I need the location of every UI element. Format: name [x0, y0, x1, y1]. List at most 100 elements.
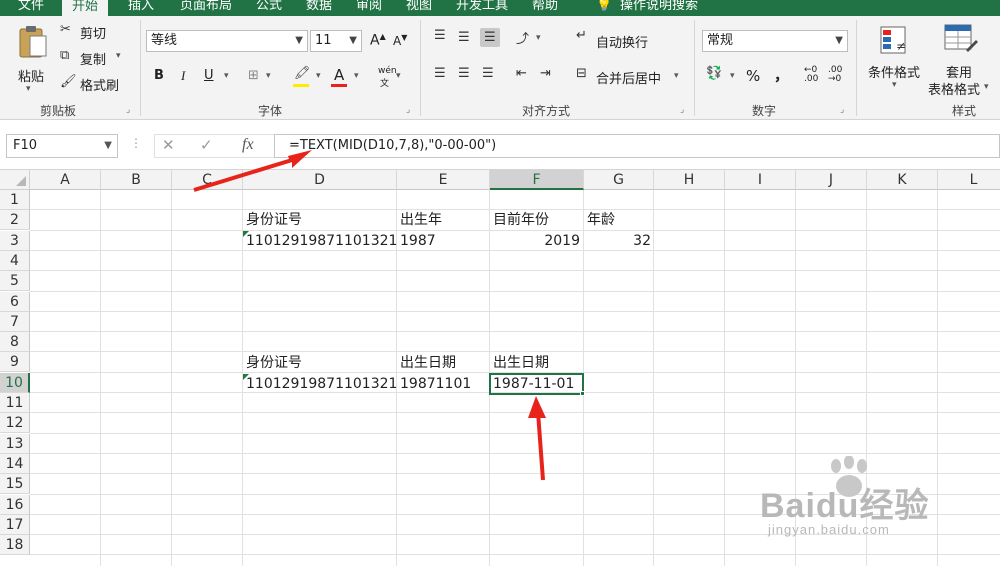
column-header-L[interactable]: L [938, 170, 1000, 190]
row-header-15[interactable]: 15 [0, 474, 30, 495]
italic-button[interactable]: I [181, 68, 185, 84]
tab-file[interactable]: 文件 [18, 0, 44, 16]
fill-color-icon[interactable]: 🖍 [294, 66, 311, 81]
cut-button[interactable]: 剪切 [80, 23, 106, 42]
align-bottom-icon[interactable]: ☰ [480, 28, 500, 47]
select-all-corner[interactable] [0, 170, 30, 190]
row-header-12[interactable]: 12 [0, 413, 30, 434]
cell-E9[interactable]: 出生日期 [397, 353, 459, 373]
align-left-icon[interactable]: ☰ [434, 66, 446, 81]
increase-decimal-button[interactable]: ←0.00 [804, 66, 818, 84]
dialog-launcher-icon[interactable]: ⌟ [126, 105, 130, 115]
paste-button[interactable]: 粘贴 ▾ [12, 24, 52, 94]
chevron-down-icon[interactable]: ▾ [730, 71, 735, 81]
tab-review[interactable]: 审阅 [356, 0, 382, 16]
dialog-launcher-icon[interactable]: ⌟ [680, 105, 684, 115]
cell-G3[interactable]: 32 [584, 231, 654, 251]
tab-developer[interactable]: 开发工具 [456, 0, 508, 16]
column-header-B[interactable]: B [101, 170, 172, 190]
formula-input[interactable]: =TEXT(MID(D10,7,8),"0-00-00") [274, 134, 1000, 158]
cell-F3[interactable]: 2019 [490, 231, 583, 251]
row-header-5[interactable]: 5 [0, 271, 30, 292]
cell-F2[interactable]: 目前年份 [490, 210, 552, 230]
underline-button[interactable]: U [204, 68, 214, 83]
dialog-launcher-icon[interactable]: ⌟ [406, 105, 410, 115]
dialog-launcher-icon[interactable]: ⌟ [840, 105, 844, 115]
row-header-8[interactable]: 8 [0, 332, 30, 353]
row-header-4[interactable]: 4 [0, 250, 30, 271]
chevron-down-icon[interactable]: ▾ [266, 71, 271, 81]
row-header-7[interactable]: 7 [0, 311, 30, 332]
phonetic-guide-button[interactable]: wén [378, 66, 397, 76]
cell-D9[interactable]: 身份证号 [243, 353, 305, 373]
format-as-table-line2[interactable]: 表格格式 [928, 79, 980, 98]
confirm-entry-button[interactable]: ✓ [200, 136, 213, 154]
column-header-H[interactable]: H [654, 170, 725, 190]
column-header-D[interactable]: D [243, 170, 397, 190]
increase-indent-icon[interactable]: ⇥ [540, 66, 551, 81]
tab-page-layout[interactable]: 页面布局 [180, 0, 232, 16]
comma-button[interactable]: ， [774, 64, 789, 85]
align-center-icon[interactable]: ☰ [458, 66, 470, 81]
conditional-formatting-button[interactable]: 条件格式 [868, 62, 920, 81]
number-format-combo[interactable]: 常规 ▼ [702, 30, 848, 52]
row-header-9[interactable]: 9 [0, 352, 30, 373]
row-header-2[interactable]: 2 [0, 210, 30, 231]
column-header-K[interactable]: K [867, 170, 938, 190]
grow-font-button[interactable]: A▲ [370, 32, 386, 49]
tab-help[interactable]: 帮助 [532, 0, 558, 16]
wrap-text-button[interactable]: 自动换行 [596, 32, 648, 51]
format-painter-button[interactable]: 格式刷 [80, 75, 119, 94]
row-header-1[interactable]: 1 [0, 190, 30, 210]
cell-E3[interactable]: 1987 [397, 231, 439, 251]
chevron-down-icon[interactable]: ▾ [536, 33, 541, 43]
row-header-10[interactable]: 10 [0, 372, 30, 393]
chevron-down-icon[interactable]: ▾ [224, 71, 229, 81]
cell-D2[interactable]: 身份证号 [243, 210, 305, 230]
font-color-button[interactable]: A [334, 66, 344, 84]
row-header-16[interactable]: 16 [0, 494, 30, 515]
row-header-17[interactable]: 17 [0, 514, 30, 535]
column-header-A[interactable]: A [30, 170, 101, 190]
cell-F9[interactable]: 出生日期 [490, 353, 552, 373]
font-name-combo[interactable]: 等线 ▼ [146, 30, 308, 52]
chevron-down-icon[interactable]: ▾ [116, 51, 121, 61]
insert-function-button[interactable]: fx [242, 136, 254, 154]
decrease-decimal-button[interactable]: .00 →0 [828, 66, 842, 84]
chevron-down-icon[interactable]: ▾ [674, 71, 679, 81]
percent-button[interactable]: % [746, 67, 760, 85]
cell-E10[interactable]: 19871101 [397, 374, 474, 394]
column-header-E[interactable]: E [397, 170, 490, 190]
row-header-18[interactable]: 18 [0, 535, 30, 556]
tell-me-search[interactable]: 操作说明搜索 [620, 0, 698, 16]
borders-icon[interactable]: ⊞ [248, 68, 259, 83]
chevron-down-icon[interactable]: ▾ [316, 71, 321, 81]
cell-D3[interactable]: 11012919871101321 [243, 231, 400, 251]
row-header-13[interactable]: 13 [0, 433, 30, 454]
chevron-down-icon[interactable]: ▾ [354, 71, 359, 81]
row-header-6[interactable]: 6 [0, 291, 30, 312]
tab-home[interactable]: 开始 [62, 0, 109, 16]
column-header-J[interactable]: J [796, 170, 867, 190]
row-header-14[interactable]: 14 [0, 453, 30, 474]
name-box[interactable]: F10 ▼ [6, 134, 118, 158]
copy-button[interactable]: 复制 [80, 49, 106, 68]
tab-formulas[interactable]: 公式 [256, 0, 282, 16]
cell-D10[interactable]: 11012919871101321 [243, 374, 400, 394]
cell-G2[interactable]: 年龄 [584, 210, 618, 230]
font-size-combo[interactable]: 11 ▼ [310, 30, 362, 52]
column-header-I[interactable]: I [725, 170, 796, 190]
cancel-entry-button[interactable]: ✕ [162, 136, 175, 154]
bold-button[interactable]: B [154, 68, 164, 83]
decrease-indent-icon[interactable]: ⇤ [516, 66, 527, 81]
tab-data[interactable]: 数据 [306, 0, 332, 16]
align-right-icon[interactable]: ☰ [482, 66, 494, 81]
currency-icon[interactable]: 💱 [706, 66, 722, 81]
orientation-icon[interactable]: ⤴ [516, 28, 529, 47]
column-header-G[interactable]: G [584, 170, 654, 190]
shrink-font-button[interactable]: A▼ [393, 33, 407, 48]
column-header-C[interactable]: C [172, 170, 243, 190]
align-top-icon[interactable]: ☰ [434, 28, 446, 43]
tab-view[interactable]: 视图 [406, 0, 432, 16]
cell-E2[interactable]: 出生年 [397, 210, 445, 230]
